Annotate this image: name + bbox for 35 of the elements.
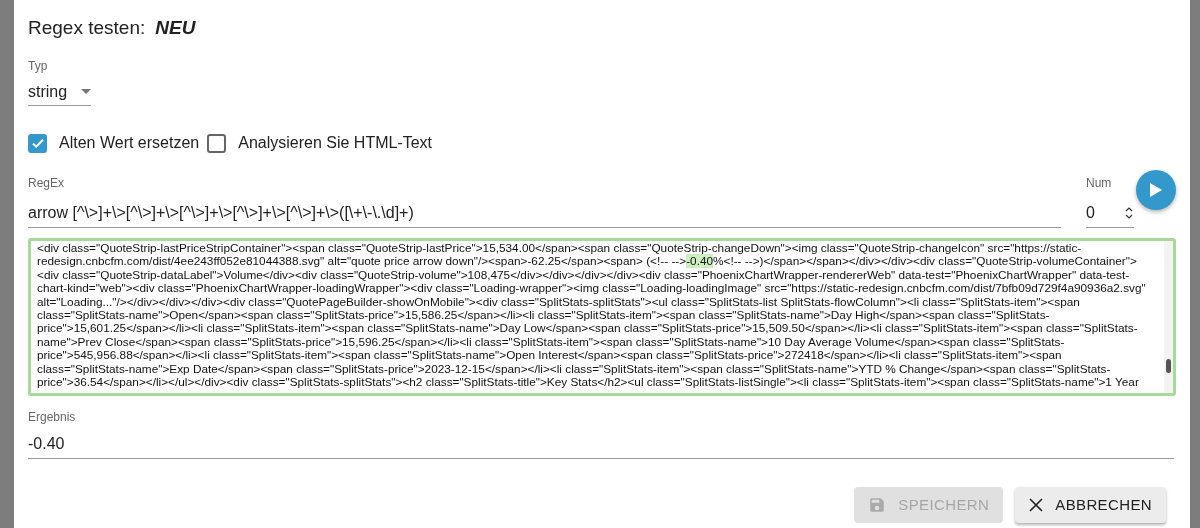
- field-label: Num: [1086, 175, 1113, 192]
- checkbox-label: Alten Wert ersetzen: [59, 133, 200, 153]
- spinner-icon: [1124, 205, 1134, 220]
- text-line: class="SplitStats-name">Exp Date</span><span class="SplitStats-price">2023-12-15</span></li><li class="SplitStats-item"><span class="SplitStats-name">YTD % Change</span><span class="SplitStats-: [37, 362, 1112, 377]
- cancel-button[interactable]: ABBRECHEN: [1015, 487, 1166, 523]
- checkbox[interactable]: [28, 133, 47, 153]
- title-value: NEU: [155, 16, 196, 38]
- check-icon: [30, 136, 45, 150]
- text-line: alt="Loading..."/></div></div></div><div class="QuotePageBuilder-showOnMobile"><div class="SplitStats-splitStats"><ul class="SplitStats-list SplitStats-flowColumn"><li class="SplitStats-item"><span: [37, 295, 1081, 310]
- regex-field[interactable]: arrow [^\>]+\>[^\>]+\>[^\>]+\>[^\>]+\>[^\>]+\>([\+\-\.\d]+): [28, 198, 1061, 228]
- dropdown-caret-icon: [81, 89, 91, 94]
- num-field[interactable]: 0: [1086, 198, 1134, 228]
- checkbox[interactable]: [207, 133, 227, 153]
- result-field: -0.40: [28, 432, 1174, 459]
- play-icon: [1150, 183, 1162, 197]
- text-line: <div class="QuoteStrip-dataLabel">Volume</div><div class="QuoteStrip-volume">108,475</div></div></div></div><div class="PhoenixChartWrapper-rendererWeb" data-test="PhoenixChartWrapper" data-test-: [37, 268, 1131, 283]
- checkbox-label: Analysieren Sie HTML-Text: [238, 133, 433, 153]
- text-line: <div class="QuoteStrip-lastPriceStripContainer"><span class="QuoteStrip-lastPrice">15,534.00</span><span class="QuoteStrip-changeDown"><img class="QuoteStrip-changeIcon" src="https://static-: [37, 242, 1083, 256]
- close-icon: [1029, 498, 1044, 512]
- run-button[interactable]: [1136, 170, 1176, 210]
- type-select[interactable]: string: [28, 78, 91, 106]
- field-label: Typ: [28, 58, 49, 75]
- title-text: Regex testen:: [28, 16, 146, 38]
- field-label: RegEx: [28, 175, 66, 192]
- test-text-area[interactable]: [28, 238, 1176, 396]
- match-highlight: -0.40: [686, 254, 714, 269]
- text-line: class="SplitStats-name">Open</span><span class="SplitStats-price">15,586.25</span></li><li class="SplitStats-item"><span class="SplitStats-name">Day High</span><span class="SplitStats-: [37, 309, 1051, 323]
- text-line: chart-kind="web"><div class="PhoenixChartWrapper-loadingWrapper"><div class="Loading-wrapper"><img class="Loading-loadingImage" src="https://static-redesign.cnbcfm.com/dist/7bfb09d729f4a90936a2.svg": [37, 282, 1147, 296]
- text-line: name">Prev Close</span><span class="SplitStats-price">15,596.25</span></li><li class="SplitStats-item"><span class="SplitStats-name">10 Day Average Volume</span><span class="SplitStats-: [37, 335, 1066, 350]
- text-line: price">36.54</span></li></ul></div><div class="SplitStats-splitStats"><h2 class="SplitStats-title">Key Stats</h2><ul class="SplitStats-listSingle"><li class="SplitStats-item"><span class="SplitStats-name">1 Year: [37, 376, 1140, 390]
- text-line: price">545,956.88</span></li><li class="SplitStats-item"><span class="SplitStats-name">Open Interest</span><span class="SplitStats-price">272418</span></li><li class="SplitStats-item"><span: [37, 349, 1063, 363]
- field-label: Ergebnis: [28, 409, 77, 426]
- text-line: price">15,601.25</span></li><li class="SplitStats-item"><span class="SplitStats-name">Day Low</span><span class="SplitStats-price">15,509.50</span></li><li class="SplitStats-item"><span class="SplitStats-: [37, 322, 1139, 336]
- save-icon: [868, 496, 887, 514]
- text-line: redesign.cnbcfm.com/dist/4ee243ff052e81044388.svg" alt="quote price arrow down"/><span>-62.25</span><span> (<!-- -->-0.40%<!-- -->)</span></span></div></div><div class="QuoteStrip-volumeContainer">: [37, 255, 1138, 269]
